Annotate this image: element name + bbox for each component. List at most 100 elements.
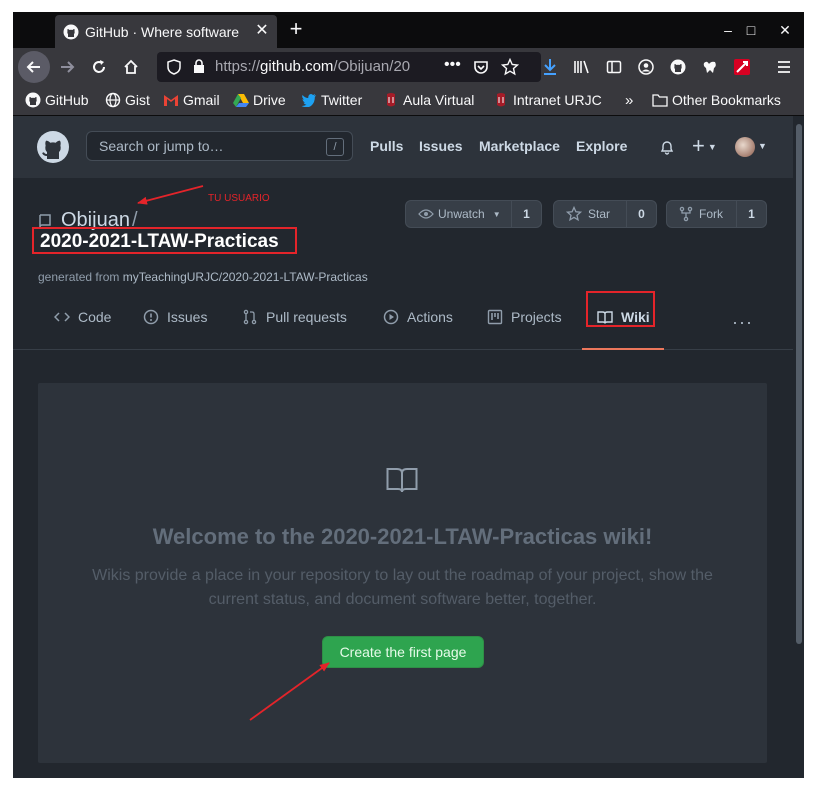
url-text: https://github.com/Obijuan/20: [215, 58, 411, 75]
urjc-icon: [493, 92, 509, 108]
tab-projects[interactable]: Projects: [487, 309, 562, 325]
issue-icon: [143, 309, 159, 325]
star-count[interactable]: 0: [626, 201, 656, 227]
template-repo-link[interactable]: myTeachingURJC/2020-2021-LTAW-Practicas: [123, 270, 368, 284]
back-arrow-icon: [26, 61, 40, 73]
header-link-issues[interactable]: Issues: [419, 138, 463, 154]
twitter-icon: [301, 92, 317, 108]
hamburger-menu-icon: [778, 61, 790, 73]
fork-button[interactable]: Fork 1: [666, 200, 767, 228]
search-shortcut-key: /: [326, 138, 344, 156]
bookmark-aula-virtual[interactable]: Aula Virtual: [383, 92, 474, 108]
repo-nav: Code Issues Pull requests Actions Projec…: [13, 292, 793, 350]
bookmark-gist[interactable]: Gist: [105, 92, 150, 108]
bookmark-gmail[interactable]: Gmail: [163, 92, 220, 108]
extension-icon: [734, 59, 750, 75]
tab-issues[interactable]: Issues: [143, 309, 207, 325]
library-icon: [574, 60, 589, 74]
gmail-icon: [163, 92, 179, 108]
browser-window: GitHub · Where software ✕ + – □ ✕ https:…: [13, 12, 804, 778]
pull-request-icon: [242, 309, 258, 325]
avatar-dropdown-caret-icon[interactable]: ▼: [758, 141, 767, 151]
tab-code[interactable]: Code: [54, 309, 111, 325]
dropdown-caret-icon: ▼: [492, 209, 501, 219]
repo-name-link[interactable]: 2020-2021-LTAW-Practicas: [40, 231, 279, 253]
repo-name-highlight: 2020-2021-LTAW-Practicas: [32, 227, 297, 254]
github-header: Search or jump to… / Pulls Issues Market…: [13, 116, 793, 178]
back-button[interactable]: [18, 51, 50, 83]
navigation-toolbar: https://github.com/Obijuan/20 •••: [13, 48, 804, 86]
bookmark-github[interactable]: GitHub: [25, 92, 89, 108]
forward-button[interactable]: [54, 54, 80, 80]
wiki-heading: Welcome to the 2020-2021-LTAW-Practicas …: [152, 524, 653, 549]
sidebar-button[interactable]: [601, 54, 627, 80]
gnu-extension-button[interactable]: [697, 54, 723, 80]
scrollbar-thumb[interactable]: [796, 124, 802, 644]
fork-icon: [679, 206, 693, 222]
folder-icon: [652, 92, 668, 108]
gnu-icon: [703, 61, 716, 73]
urjc-icon: [383, 92, 399, 108]
sidebar-icon: [606, 60, 622, 74]
bookmark-drive[interactable]: Drive: [233, 92, 286, 108]
bookmark-other[interactable]: Other Bookmarks: [652, 92, 781, 108]
avatar[interactable]: [735, 137, 755, 157]
unwatch-button[interactable]: Unwatch ▼ 1: [405, 200, 542, 228]
drive-icon: [233, 92, 249, 108]
library-button[interactable]: [569, 54, 595, 80]
more-tabs-icon[interactable]: ···: [732, 312, 753, 333]
pocket-icon[interactable]: [473, 59, 489, 75]
star-button[interactable]: Star 0: [553, 200, 657, 228]
project-icon: [487, 309, 503, 325]
download-icon: [544, 59, 556, 75]
home-icon: [124, 59, 138, 74]
home-button[interactable]: [118, 54, 144, 80]
wiki-tab-highlight: [586, 291, 655, 327]
reload-icon: [93, 60, 105, 73]
header-link-explore[interactable]: Explore: [576, 138, 627, 154]
github-extension-button[interactable]: [665, 54, 691, 80]
github-logo-icon[interactable]: [37, 131, 69, 163]
new-tab-button[interactable]: +: [283, 17, 309, 43]
search-input[interactable]: Search or jump to… /: [86, 131, 353, 161]
account-button[interactable]: [633, 54, 659, 80]
github-icon: [25, 92, 41, 108]
extension-button[interactable]: [729, 54, 755, 80]
lock-icon: [194, 59, 204, 73]
header-link-pulls[interactable]: Pulls: [370, 138, 403, 154]
url-bar[interactable]: https://github.com/Obijuan/20 •••: [157, 52, 541, 82]
generated-from: generated from myTeachingURJC/2020-2021-…: [38, 270, 368, 284]
menu-button[interactable]: [771, 54, 797, 80]
browser-tab[interactable]: GitHub · Where software ✕: [55, 15, 277, 48]
account-icon: [638, 59, 654, 75]
maximize-button[interactable]: □: [738, 18, 764, 42]
play-icon: [383, 309, 399, 325]
downloads-button[interactable]: [537, 54, 563, 80]
tab-pull-requests[interactable]: Pull requests: [242, 309, 347, 325]
tab-actions[interactable]: Actions: [383, 309, 453, 325]
watch-count[interactable]: 1: [511, 201, 541, 227]
tab-close-icon[interactable]: ✕: [253, 22, 271, 40]
fork-count[interactable]: 1: [736, 201, 766, 227]
shield-icon: [167, 59, 181, 75]
book-icon: [386, 468, 418, 493]
bookmark-intranet-urjc[interactable]: Intranet URJC: [493, 92, 602, 108]
wiki-description: Wikis provide a place in your repository…: [92, 567, 713, 608]
tab-strip: GitHub · Where software ✕ + – □ ✕: [13, 12, 804, 48]
bookmarks-toolbar: GitHub Gist Gmail Drive Twitter Aula Vir…: [13, 86, 804, 116]
bookmark-star-icon[interactable]: [501, 58, 519, 76]
close-window-button[interactable]: ✕: [772, 18, 798, 42]
globe-icon: [105, 92, 121, 108]
vertical-scrollbar[interactable]: [793, 116, 804, 778]
create-new-plus-icon[interactable]: + ▼: [692, 133, 717, 159]
create-first-page-button[interactable]: Create the first page: [322, 636, 484, 668]
github-icon: [670, 59, 686, 75]
active-tab-underline: [582, 348, 664, 350]
reload-button[interactable]: [86, 54, 112, 80]
eye-icon: [418, 209, 434, 219]
notification-bell-icon[interactable]: [659, 139, 675, 155]
bookmark-twitter[interactable]: Twitter: [301, 92, 362, 108]
bookmarks-overflow-chevron-icon[interactable]: »: [625, 92, 633, 109]
page-actions-icon[interactable]: •••: [444, 56, 461, 74]
header-link-marketplace[interactable]: Marketplace: [479, 138, 560, 154]
